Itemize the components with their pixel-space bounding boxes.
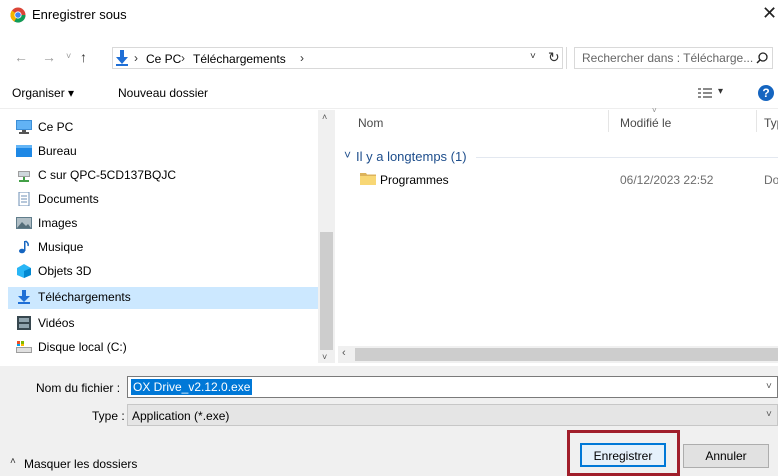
- scroll-left-icon[interactable]: ‹: [342, 347, 346, 359]
- type-dropdown-icon[interactable]: ˅: [766, 409, 772, 420]
- annotation-highlight-box: [567, 430, 680, 476]
- sidebar-item-videos[interactable]: Vidéos: [14, 313, 318, 335]
- file-name: Programmes: [380, 173, 449, 187]
- breadcrumb-root[interactable]: Ce PC: [146, 52, 181, 66]
- sidebar-item-label: Bureau: [38, 144, 77, 158]
- chrome-app-icon: [10, 7, 26, 23]
- sidebar-item-label: Vidéos: [38, 316, 75, 330]
- filename-dropdown-icon[interactable]: ˅: [766, 381, 772, 392]
- downloads-icon: [18, 290, 30, 304]
- type-label: Type :: [92, 409, 125, 423]
- view-dropdown-icon[interactable]: ▾: [718, 86, 723, 97]
- nav-scrollbar-thumb[interactable]: [320, 232, 333, 350]
- help-icon[interactable]: ?: [758, 85, 774, 101]
- hide-folders-button[interactable]: Masquer les dossiers: [24, 457, 137, 471]
- sidebar-item-bureau[interactable]: Bureau: [14, 141, 318, 163]
- sidebar-item-label: Disque local (C:): [38, 340, 127, 354]
- file-modified: 06/12/2023 22:52: [620, 173, 714, 187]
- images-icon: [16, 217, 32, 229]
- sidebar-item-label: Objets 3D: [38, 264, 92, 278]
- breadcrumb-separator: ›: [300, 51, 304, 65]
- column-header-type[interactable]: Typ: [764, 116, 778, 130]
- organize-menu-button[interactable]: Organiser ▾: [12, 86, 74, 100]
- sidebar-item-objets-3d[interactable]: Objets 3D: [14, 261, 318, 283]
- sidebar-item-musique[interactable]: Musique: [14, 237, 318, 259]
- up-folder-button[interactable]: ↑: [80, 49, 87, 65]
- breadcrumb-separator: ›: [134, 51, 138, 65]
- column-header-modified[interactable]: Modifié le: [620, 116, 671, 130]
- filename-label: Nom du fichier :: [36, 381, 121, 395]
- window-title: Enregistrer sous: [32, 7, 127, 22]
- column-divider: [756, 110, 757, 132]
- forward-button[interactable]: →: [42, 49, 56, 65]
- view-options-icon[interactable]: [698, 87, 712, 99]
- refresh-icon[interactable]: ↻: [548, 49, 560, 66]
- downloads-icon: [116, 50, 128, 66]
- scroll-up-icon[interactable]: ˄: [322, 112, 327, 122]
- column-header-name[interactable]: Nom: [358, 116, 383, 130]
- recent-dropdown-icon[interactable]: ˅: [66, 51, 71, 61]
- group-collapse-icon[interactable]: ˅: [344, 148, 351, 162]
- sidebar-item-disque-local[interactable]: Disque local (C:): [14, 337, 318, 359]
- breadcrumb-separator: ›: [181, 51, 185, 65]
- sidebar-item-images[interactable]: Images: [14, 213, 318, 235]
- objects-3d-icon: [17, 264, 31, 278]
- computer-icon: [16, 120, 32, 134]
- folder-icon: [360, 173, 376, 185]
- column-divider: [608, 110, 609, 132]
- documents-icon: [18, 192, 30, 206]
- sidebar-item-label: Images: [38, 216, 78, 230]
- back-button[interactable]: ←: [14, 49, 28, 65]
- scroll-down-icon[interactable]: ˅: [322, 352, 327, 362]
- videos-icon: [17, 316, 31, 330]
- sidebar-item-label: Ce PC: [38, 120, 74, 134]
- close-icon[interactable]: ✕: [762, 4, 777, 22]
- sidebar-item-ce-pc[interactable]: Ce PC: [14, 117, 318, 139]
- cancel-button[interactable]: Annuler: [683, 444, 769, 468]
- search-icon[interactable]: [756, 52, 768, 64]
- sidebar-item-label: Téléchargements: [38, 290, 131, 304]
- sidebar-item-label: Documents: [38, 192, 99, 206]
- file-type: Do: [764, 173, 778, 187]
- divider: [566, 47, 567, 69]
- network-drive-icon: [18, 171, 30, 182]
- filename-value[interactable]: OX Drive_v2.12.0.exe: [131, 379, 253, 395]
- sort-indicator-icon: ˅: [652, 106, 657, 115]
- table-row[interactable]: Programmes 06/12/2023 22:52 Do: [340, 168, 778, 190]
- sidebar-item-documents[interactable]: Documents: [14, 189, 318, 211]
- breadcrumb-current[interactable]: Téléchargements: [193, 52, 286, 66]
- music-icon: [19, 240, 29, 254]
- group-divider: [476, 157, 778, 158]
- command-bar: [0, 78, 778, 109]
- group-header[interactable]: Il y a longtemps (1): [356, 149, 467, 164]
- chevron-up-icon[interactable]: ˄: [10, 456, 16, 467]
- sidebar-item-telechargements[interactable]: Téléchargements: [14, 287, 318, 309]
- address-dropdown-icon[interactable]: ˅: [530, 51, 536, 62]
- list-scrollbar-thumb[interactable]: [355, 348, 778, 361]
- new-folder-button[interactable]: Nouveau dossier: [118, 86, 208, 100]
- file-type-value: Application (*.exe): [132, 409, 230, 423]
- local-disk-icon: [16, 341, 32, 353]
- sidebar-item-label: C sur QPC-5CD137BQJC: [38, 168, 177, 182]
- desktop-icon: [16, 145, 32, 157]
- sidebar-item-network-drive[interactable]: C sur QPC-5CD137BQJC: [14, 165, 318, 187]
- sidebar-item-label: Musique: [38, 240, 84, 254]
- search-placeholder: Rechercher dans : Télécharge...: [582, 51, 754, 65]
